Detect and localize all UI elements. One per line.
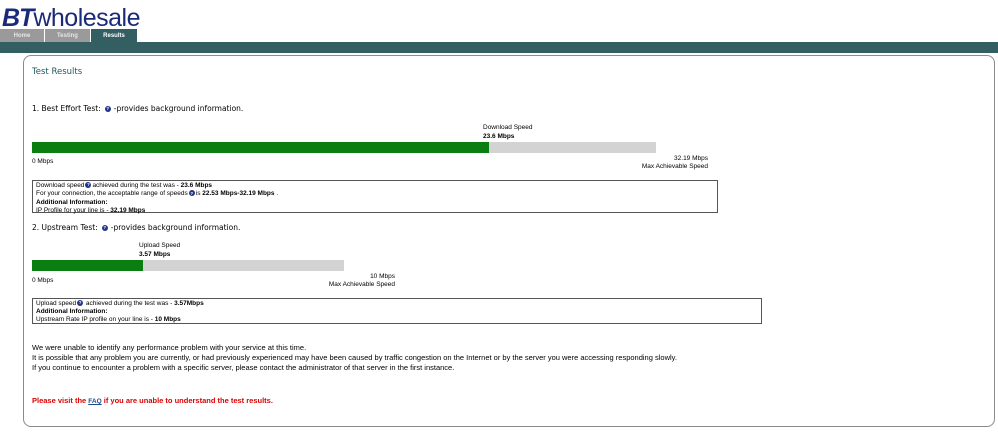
upload-speed-bar-fill <box>32 260 144 271</box>
faq-link[interactable]: FAQ <box>88 398 101 405</box>
upload-speed-value: 3.57 Mbps <box>139 251 171 258</box>
faq-warning: Please visit the FAQ if you are unable t… <box>32 396 273 405</box>
download-max-value: 32.19 Mbps <box>674 155 708 162</box>
download-info-line4: IP Profile for your line is - 32.19 Mbps <box>36 206 146 214</box>
download-speed-bar <box>32 142 656 153</box>
download-speed-bar-fill <box>32 142 490 153</box>
upload-max-label: Max Achievable Speed <box>328 281 395 288</box>
download-info-line1: Download speed? achieved during the test … <box>36 182 213 190</box>
nav-tabs: Home Testing Results <box>0 29 138 43</box>
result-message-line1: We were unable to identify any performan… <box>32 343 307 352</box>
bt-wholesale-logo: BTwholesale <box>2 4 141 32</box>
help-icon[interactable]: ? <box>101 224 108 231</box>
upload-info-box: Upload speed? achieved during the test w… <box>32 298 762 324</box>
download-speed-value: 23.6 Mbps <box>483 133 515 140</box>
download-min-label: 0 Mbps <box>32 158 54 165</box>
download-info-line2: For your connection, the acceptable rang… <box>36 190 279 198</box>
upload-info-line3: Upstream Rate IP profile on your line is… <box>36 316 181 324</box>
header-bar <box>0 42 998 53</box>
upload-max-value: 10 Mbps <box>370 273 395 280</box>
tab-results[interactable]: Results <box>91 29 137 43</box>
help-icon[interactable]: ? <box>85 182 92 188</box>
upload-speed-label: Upload Speed <box>139 242 181 249</box>
download-max-label: Max Achievable Speed <box>641 163 708 170</box>
result-message: We were unable to identify any performan… <box>32 343 677 372</box>
download-info-line3: Additional Information: <box>36 198 108 206</box>
upload-speed-bar <box>32 260 344 271</box>
result-message-line3: If you continue to encounter a problem w… <box>32 362 455 372</box>
upload-min-label: 0 Mbps <box>32 277 54 284</box>
upload-info-line1: Upload speed? achieved during the test w… <box>36 300 204 308</box>
download-heading-text: 1. Best Effort Test: <box>32 104 101 113</box>
download-section-heading: 1. Best Effort Test: ? -provides backgro… <box>32 104 243 113</box>
page-title: Test Results <box>32 67 83 77</box>
upload-section-heading: 2. Upstream Test: ? -provides background… <box>32 223 240 232</box>
tab-testing[interactable]: Testing <box>45 29 90 42</box>
logo-bt: BT <box>2 4 34 32</box>
download-info-box: Download speed? achieved during the test … <box>32 180 718 214</box>
help-icon[interactable]: ? <box>77 300 84 306</box>
help-icon[interactable]: ? <box>188 190 195 197</box>
download-help-text: -provides background information. <box>113 104 244 113</box>
tab-home[interactable]: Home <box>0 29 44 42</box>
help-icon[interactable]: ? <box>104 105 111 112</box>
logo-wholesale: wholesale <box>33 4 141 32</box>
result-message-line2: It is possible that any problem you are … <box>32 352 677 362</box>
upload-heading-text: 2. Upstream Test: <box>32 223 98 232</box>
download-speed-label: Download Speed <box>483 124 533 131</box>
upload-help-text: -provides background information. <box>110 223 241 232</box>
upload-info-line2: Additional Information: <box>36 308 108 316</box>
